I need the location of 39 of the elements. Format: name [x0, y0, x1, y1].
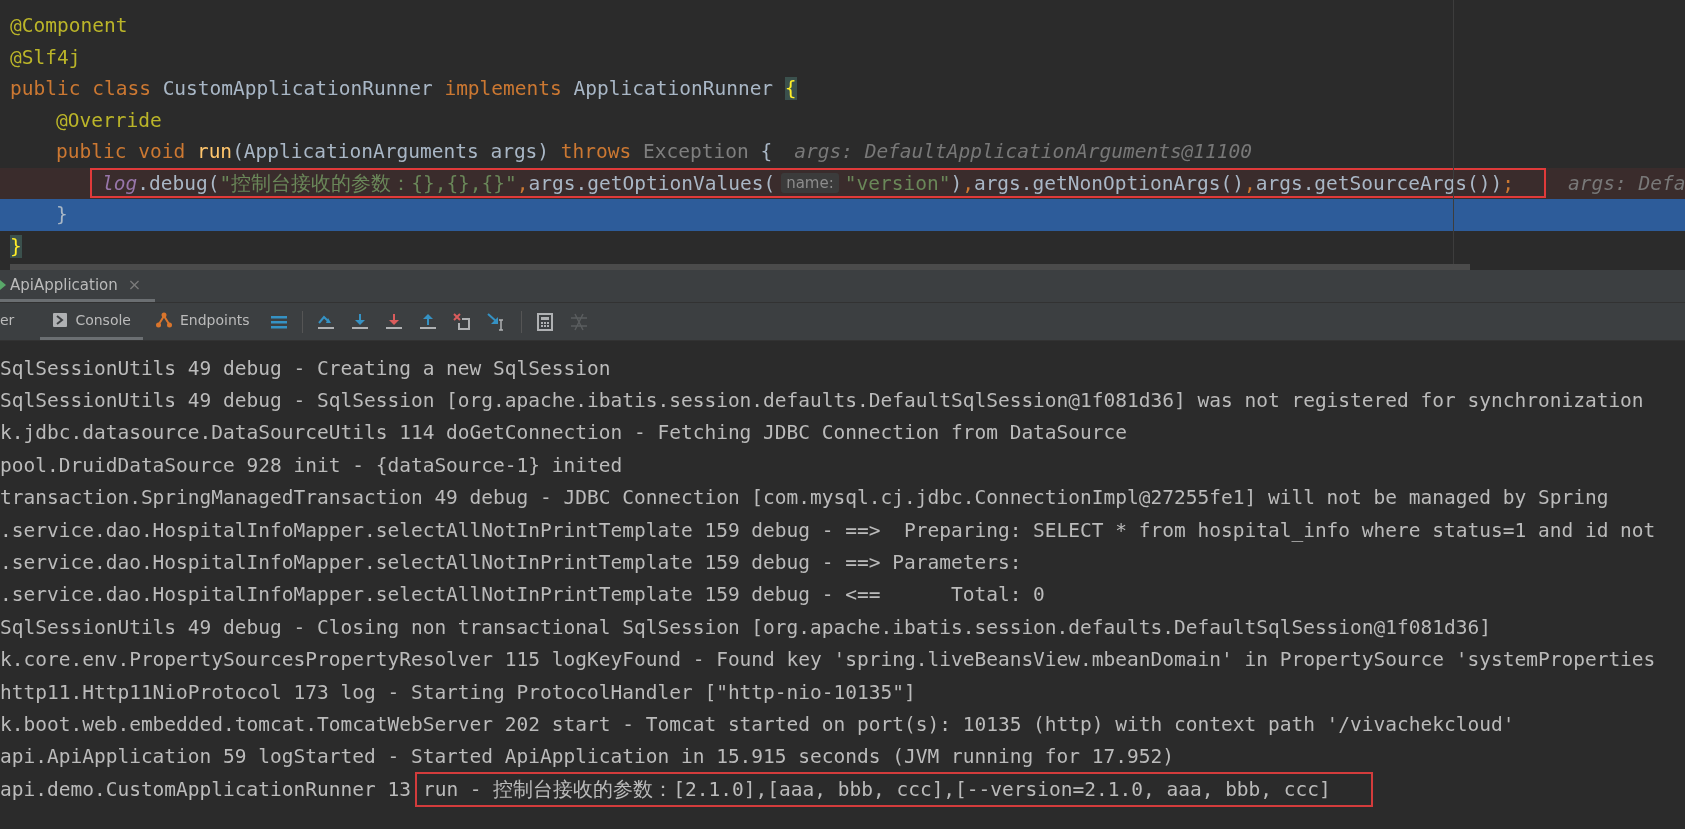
console-line: api.ApiApplication 59 logStarted - Started ApiApplication in 15.915 seconds (JVM running for 17.952)	[0, 745, 1174, 769]
menu-icon[interactable]	[269, 313, 288, 330]
tab-title: ApiApplication	[10, 275, 118, 294]
code-text: }	[10, 234, 22, 258]
drop-frame-icon[interactable]	[452, 312, 471, 331]
tool-tab[interactable]: er	[0, 303, 27, 340]
console-line: k.jdbc.datasource.DataSourceUtils 114 doGetConnection - Fetching JDBC Connection from DataSource	[0, 421, 1128, 445]
parameter-hint: name:	[781, 173, 839, 194]
highlighted-output: run - 控制台接收的参数：[2.1.0],[aaa, bbb, ccc],[--version=2.1.0, aaa, bbb, ccc]	[414, 771, 1373, 807]
console-line: .service.dao.HospitalInfoMapper.selectAllNotInPrintTemplate 159 debug - ==> Preparing: SELECT * from hospital_info where status=1 and id not	[0, 518, 1656, 542]
console-line: SqlSessionUtils 49 debug - SqlSession [org.apache.ibatis.session.defaults.DefaultSqlSession@1f081d36] was not registered for synchronization	[0, 389, 1644, 413]
console-line: transaction.SpringManagedTransaction 49 debug - JDBC Connection [com.mysql.cj.jdbc.ConnectionImpl@27255fe1] will not be managed by Spring	[0, 486, 1609, 510]
code-text: log.debug("控制台接收的参数：{},{},{}",args.getOptionValues(	[102, 170, 776, 197]
code-text: @Component	[10, 14, 128, 38]
inline-debug-value: args: DefaultApplicationArguments@11100	[794, 140, 1253, 164]
force-step-into-icon[interactable]	[384, 312, 403, 331]
calculator-icon[interactable]	[535, 312, 554, 331]
console-line: .service.dao.HospitalInfoMapper.selectAllNotInPrintTemplate 159 debug - ==> Parameters:	[0, 551, 1022, 575]
console-line: pool.DruidDataSource 928 init - {dataSource-1} inited	[0, 453, 623, 477]
nodes-icon	[154, 311, 173, 329]
console-line: api.demo.CustomApplicationRunner 13	[0, 777, 411, 801]
tool-tab[interactable]: Endpoints	[142, 303, 262, 340]
code-text: public class CustomApplicationRunner implements ApplicationRunner {	[10, 77, 797, 101]
step-into-icon[interactable]	[350, 312, 369, 331]
console-line: http11.Http11NioProtocol 173 log - Starting ProtocolHandler ["http-nio-10135"]	[0, 680, 916, 704]
terminal-icon	[52, 312, 69, 328]
code-text: public void run(ApplicationArguments args) throws Exception {	[56, 140, 773, 164]
app-icon	[0, 277, 6, 292]
console-line: SqlSessionUtils 49 debug - Creating a new SqlSession	[0, 356, 611, 380]
code-text: @Override	[56, 108, 162, 132]
code-text: }	[56, 203, 68, 227]
step-out-icon[interactable]	[418, 312, 437, 331]
code-text: @Slf4j	[10, 45, 81, 69]
inline-debug-value: args: Defa	[1567, 171, 1685, 195]
console-line: .service.dao.HospitalInfoMapper.selectAllNotInPrintTemplate 159 debug - <== Total: 0	[0, 583, 1045, 607]
console-line: k.boot.web.embedded.tomcat.TomcatWebServer 202 start - Tomcat started on port(s): 10135 (http) with context path '/vivachekcloud'	[0, 713, 1515, 736]
console-line: SqlSessionUtils 49 debug - Closing non transactional SqlSession [org.apache.ibatis.session.defaults.DefaultSqlSession@1f081d36]	[0, 615, 1491, 639]
console-line: k.core.env.PropertySourcesPropertyResolver 115 logKeyFound - Found key 'spring.liveBeansView.mbeanDomain' in PropertySource 'systemProperties	[0, 648, 1656, 672]
code-text: "version"),args.getNonOptionArgs(),args.getSourceArgs());	[844, 171, 1514, 195]
